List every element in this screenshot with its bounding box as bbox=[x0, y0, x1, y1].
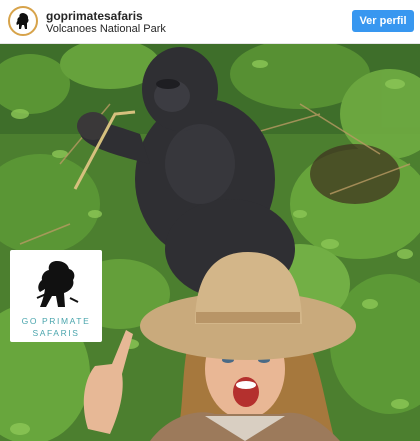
primate-silhouette-icon bbox=[36, 261, 79, 307]
go-primate-safaris-logo: GO PRIMATE SAFARIS bbox=[10, 250, 102, 342]
logo-text-line1: GO PRIMATE bbox=[21, 316, 91, 326]
account-avatar[interactable] bbox=[8, 6, 38, 36]
view-profile-button[interactable]: Ver perfil bbox=[352, 10, 414, 32]
primate-silhouette-icon bbox=[16, 13, 29, 29]
post-location[interactable]: Volcanoes National Park bbox=[46, 23, 166, 36]
account-name[interactable]: goprimatesafaris bbox=[46, 9, 143, 23]
logo-text-line2: SAFARIS bbox=[32, 328, 80, 338]
post-header: goprimatesafaris Volcanoes National Park… bbox=[0, 0, 420, 44]
post-photo[interactable]: GO PRIMATE SAFARIS bbox=[0, 44, 420, 441]
jungle-scene-image bbox=[0, 44, 420, 441]
